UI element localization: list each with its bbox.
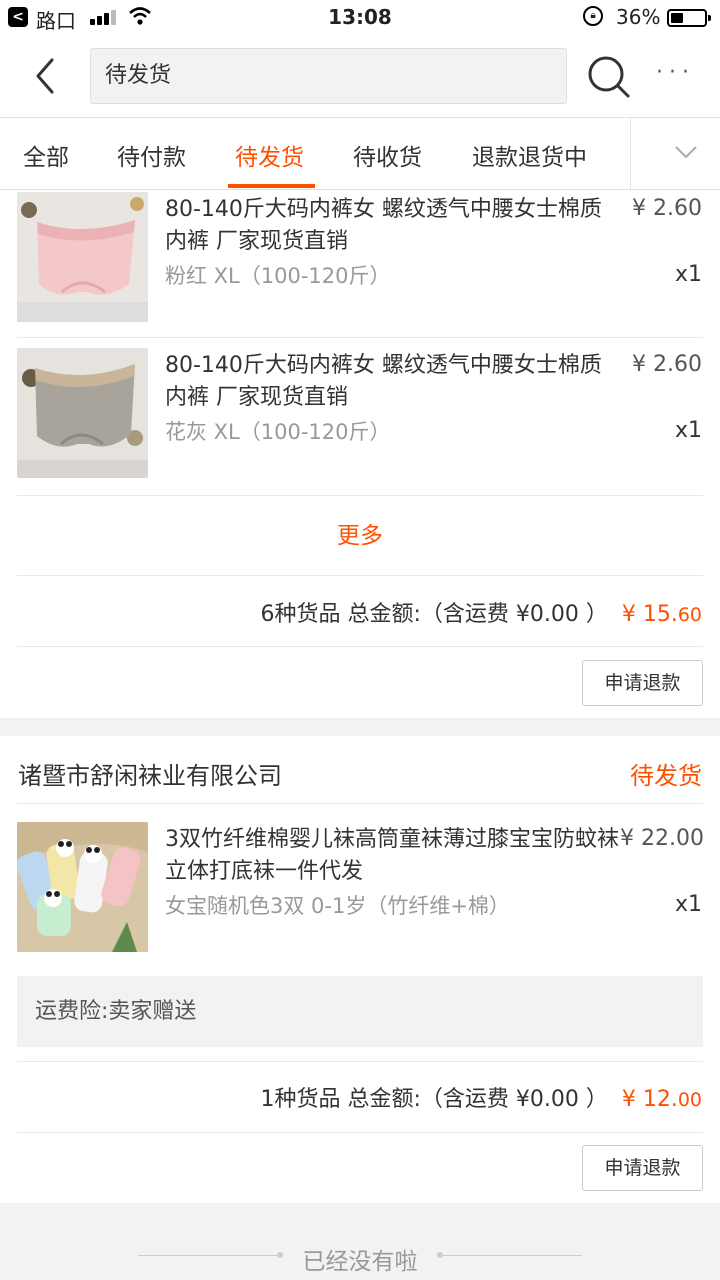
product-price: ¥ 22.00 [620, 826, 704, 851]
battery-fill [671, 13, 683, 23]
clock: 13:08 [328, 5, 392, 29]
product-sku: 花灰 XL（100-120斤） [165, 420, 391, 444]
product-price: ¥ 2.60 [632, 352, 702, 377]
order-item[interactable]: 3双竹纤维棉婴儿袜高筒童袜薄过膝宝宝防蚊袜立体打底袜一件代发 ¥ 22.00 女… [0, 822, 720, 978]
search-input[interactable]: 待发货 [90, 48, 567, 104]
search-icon[interactable] [586, 54, 632, 100]
order-status-tabs: 全部 待付款 待发货 待收货 退款退货中 [0, 118, 720, 190]
divider [17, 646, 703, 647]
divider [17, 337, 703, 338]
order-item[interactable]: 80-140斤大码内裤女 螺纹透气中腰女士棉质内裤 厂家现货直销 ¥ 2.60 … [0, 346, 720, 502]
divider [17, 1061, 703, 1062]
refund-button[interactable]: 申请退款 [582, 1145, 703, 1191]
product-thumbnail [17, 192, 148, 322]
more-icon[interactable]: ··· [656, 60, 695, 85]
order-item[interactable]: 80-140斤大码内裤女 螺纹透气中腰女士棉质内裤 厂家现货直销 ¥ 2.60 … [0, 190, 720, 346]
total-amount: ¥ 15. [621, 602, 678, 627]
tab-pending-receipt[interactable]: 待收货 [353, 138, 422, 172]
chevron-down-icon[interactable] [673, 142, 699, 162]
order-total: ¥ 12.00 [622, 1087, 702, 1112]
battery-icon [667, 9, 711, 27]
divider [17, 1132, 703, 1133]
product-quantity: x1 [674, 262, 702, 287]
orientation-lock-icon: 🔒︎ [583, 6, 603, 26]
refund-button[interactable]: 申请退款 [582, 660, 703, 706]
divider [17, 495, 703, 496]
product-quantity: x1 [674, 418, 702, 443]
order-status: 待发货 [630, 762, 702, 790]
shipping-insurance-note: 运费险:卖家赠送 [17, 976, 703, 1047]
battery-percent: 36% [616, 5, 661, 29]
end-of-list: 已经没有啦 [0, 1220, 720, 1280]
product-title: 3双竹纤维棉婴儿袜高筒童袜薄过膝宝宝防蚊袜立体打底袜一件代发 [165, 827, 619, 884]
back-arrow-icon[interactable] [30, 56, 70, 96]
status-bar: < 路口 13:08 🔒︎ 36% [0, 0, 720, 34]
tab-pending-payment[interactable]: 待付款 [117, 138, 186, 172]
shop-name[interactable]: 诸暨市舒闲袜业有限公司 [18, 756, 282, 791]
tab-all[interactable]: 全部 [23, 138, 69, 172]
total-cents: 00 [677, 1089, 702, 1111]
product-title: 80-140斤大码内裤女 螺纹透气中腰女士棉质内裤 厂家现货直销 [165, 197, 602, 254]
total-cents: 60 [677, 604, 702, 626]
product-thumbnail [17, 348, 148, 478]
divider [17, 803, 703, 804]
show-more-link[interactable]: 更多 [0, 516, 720, 550]
product-thumbnail [17, 822, 148, 952]
order-summary: 6种货品 总金额:（含运费 ¥0.00 ） ¥ 15.60 [260, 596, 702, 628]
divider [440, 1255, 582, 1256]
product-quantity: x1 [674, 892, 702, 917]
total-amount: ¥ 12. [621, 1087, 678, 1112]
summary-text: 6种货品 总金额:（含运费 ¥0.00 ） [260, 602, 608, 627]
order-summary: 1种货品 总金额:（含运费 ¥0.00 ） ¥ 12.00 [260, 1081, 702, 1113]
product-sku: 粉红 XL（100-120斤） [165, 264, 391, 288]
order-total: ¥ 15.60 [622, 602, 702, 627]
order-card: 80-140斤大码内裤女 螺纹透气中腰女士棉质内裤 厂家现货直销 ¥ 2.60 … [0, 190, 720, 718]
navigation-bar: 待发货 ··· [0, 34, 720, 118]
product-price: ¥ 2.60 [632, 196, 702, 221]
order-card: 诸暨市舒闲袜业有限公司 待发货 3双竹纤维棉婴儿袜高筒童袜薄过膝宝宝防蚊袜立体打… [0, 736, 720, 1203]
product-sku: 女宝随机色3双 0-1岁（竹纤维+棉） [165, 894, 510, 918]
product-title: 80-140斤大码内裤女 螺纹透气中腰女士棉质内裤 厂家现货直销 [165, 353, 602, 410]
end-of-list-text: 已经没有啦 [302, 1249, 418, 1275]
summary-text: 1种货品 总金额:（含运费 ¥0.00 ） [260, 1087, 608, 1112]
active-tab-indicator [228, 184, 315, 188]
divider [17, 575, 703, 576]
tab-refund[interactable]: 退款退货中 [472, 138, 587, 172]
tab-pending-shipment[interactable]: 待发货 [235, 138, 304, 172]
